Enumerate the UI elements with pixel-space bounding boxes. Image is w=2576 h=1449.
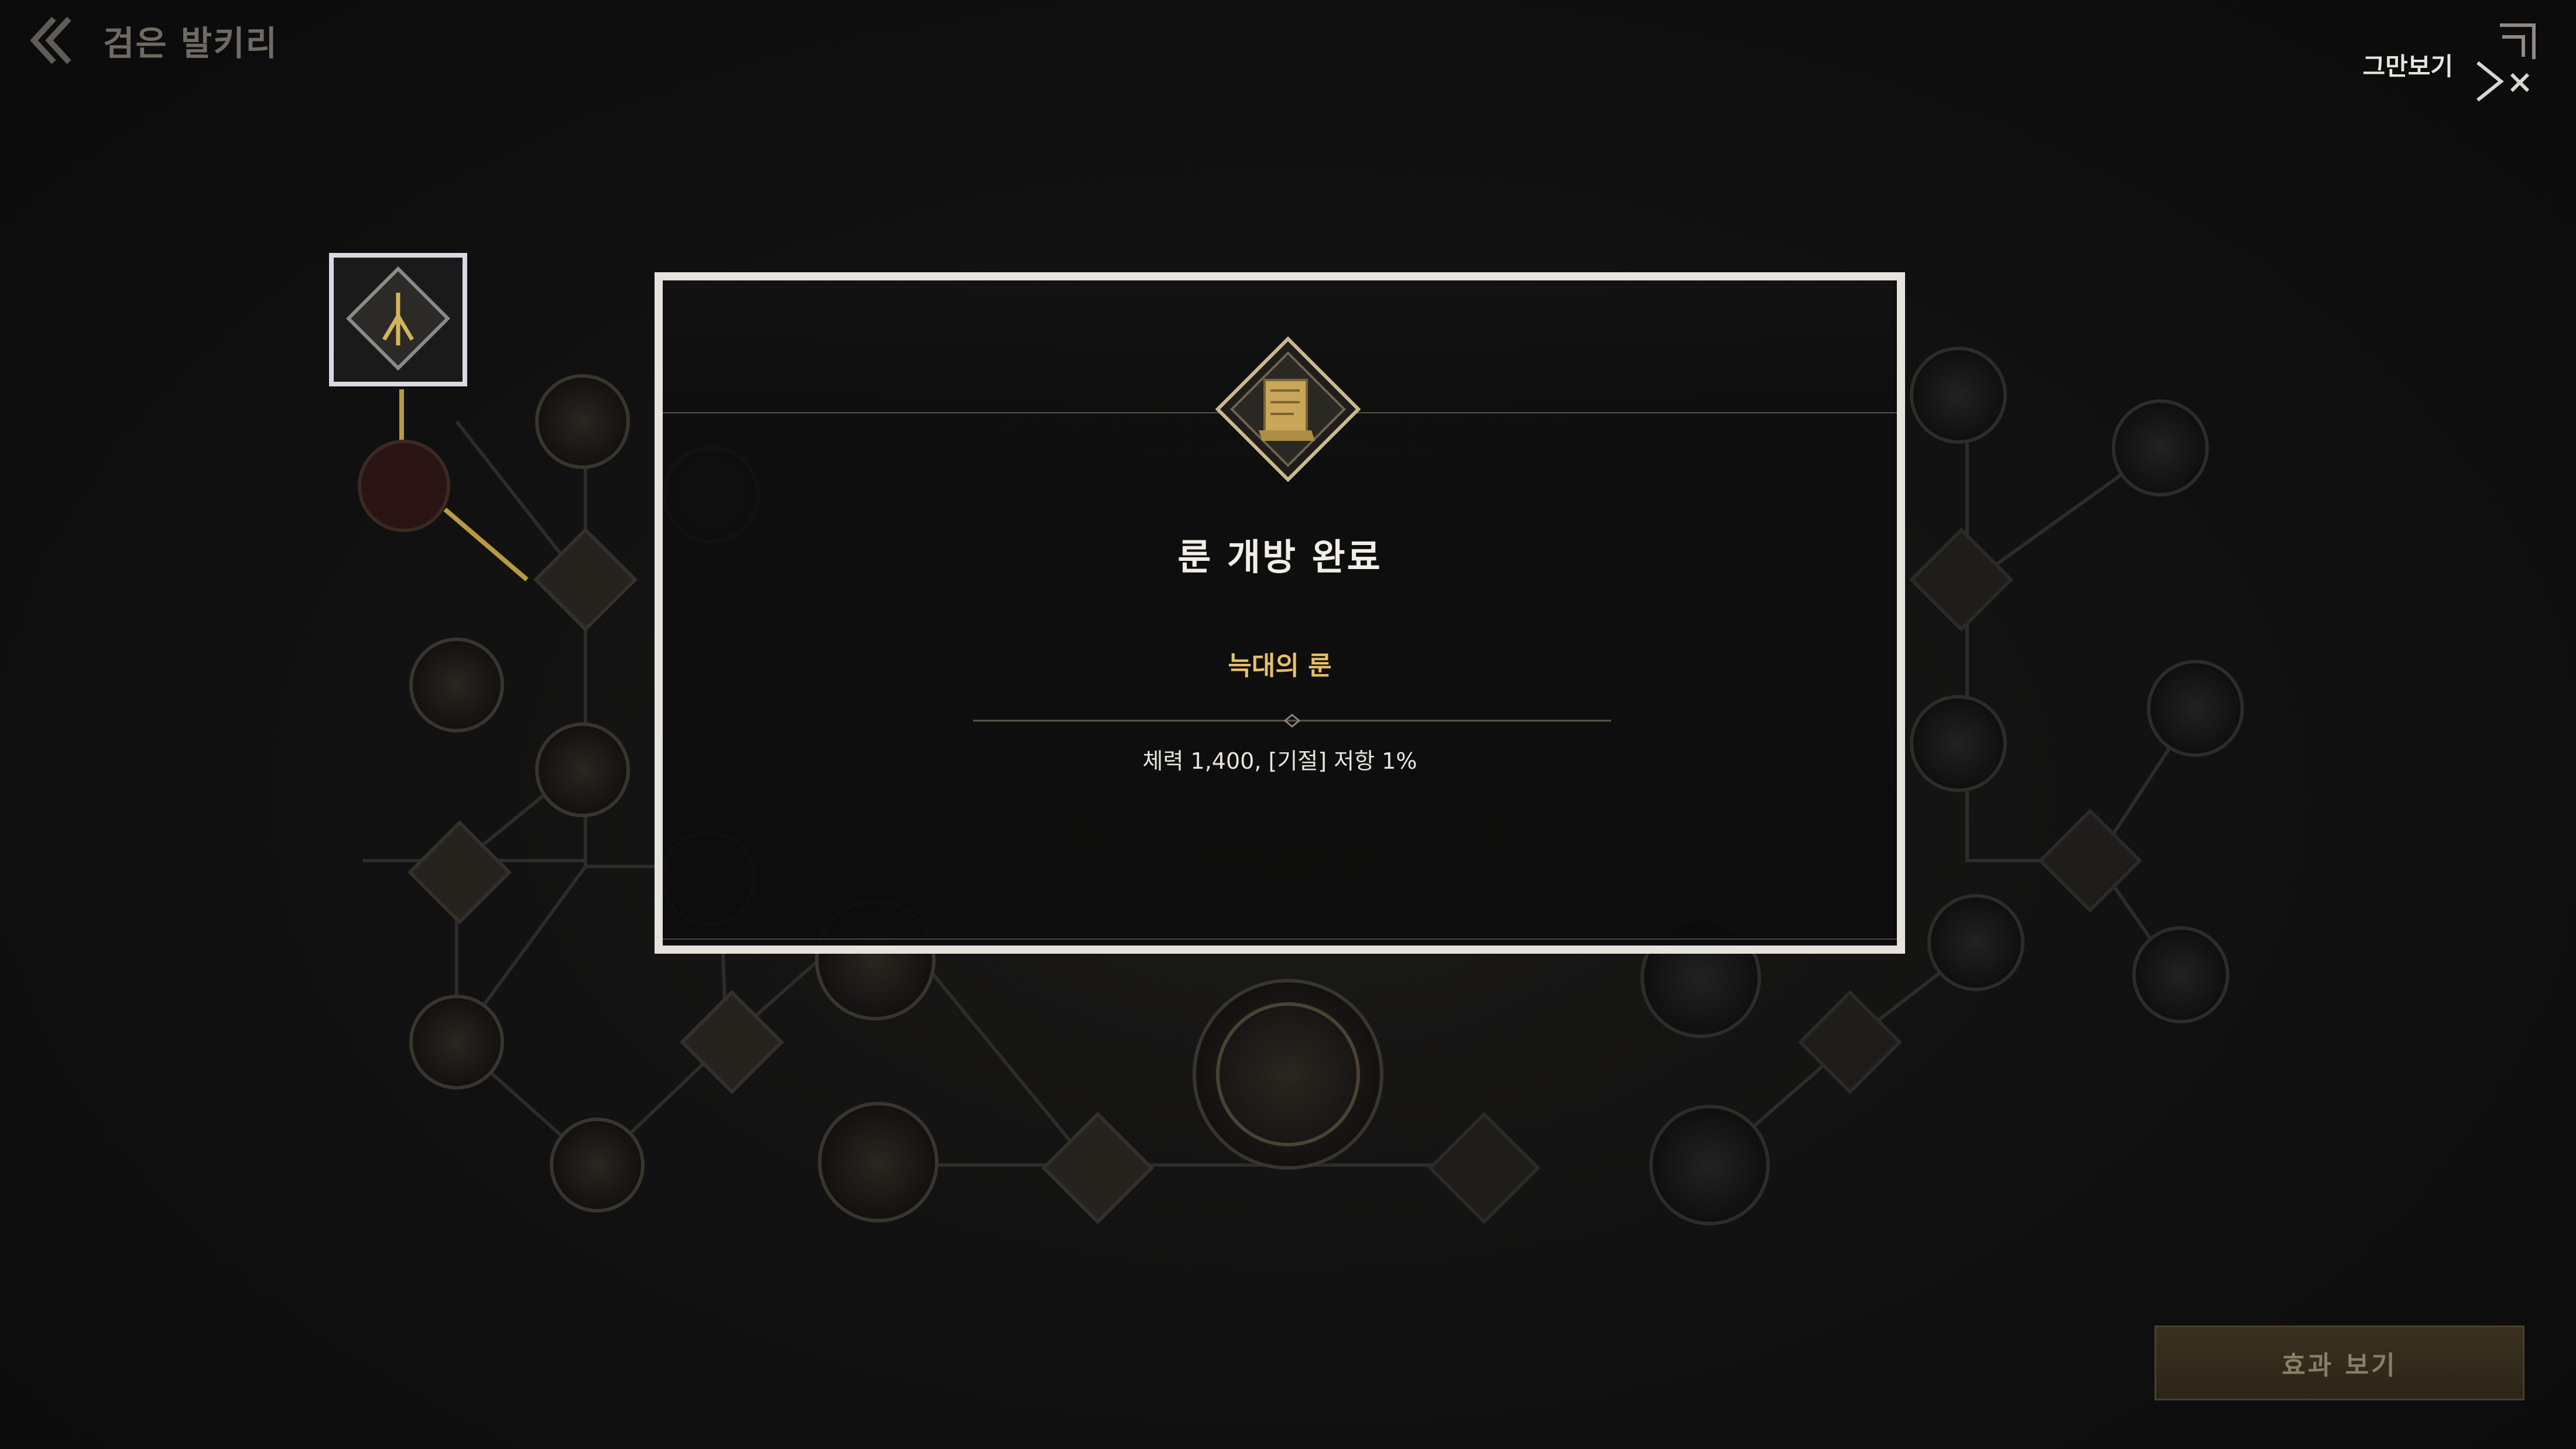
skip-label: 그만보기 [2362,52,2453,81]
skip-arrows-icon [2476,23,2536,102]
selected-rune-node[interactable] [329,253,467,386]
scroll-rune-emblem-icon [1215,336,1361,482]
ornament-divider [973,714,1611,728]
rune-effect-text: 체력 1,400, [기절] 저항 1% [1142,748,1417,774]
rune-tree-screen: 검은 발키리 그만보기 룬 개방 완료 늑대의 룬 체력 1,400, [기절]… [0,0,2576,1449]
popup-bottom-band [663,938,1897,940]
skip-button[interactable]: 그만보기 [2362,12,2541,117]
view-effect-label: 효과 보기 [2282,1351,2397,1381]
view-effect-button[interactable]: 효과 보기 [2154,1325,2524,1400]
page-title: 검은 발키리 [103,23,278,63]
double-chevron-left-icon[interactable] [18,8,82,73]
rune-unlock-popup: 룬 개방 완료 늑대의 룬 체력 1,400, [기절] 저항 1% [655,272,1905,954]
wolf-rune-icon [345,266,451,371]
rune-name: 늑대의 룬 [1228,651,1332,681]
header: 검은 발키리 [18,8,278,73]
popup-title: 룬 개방 완료 [1177,536,1382,578]
